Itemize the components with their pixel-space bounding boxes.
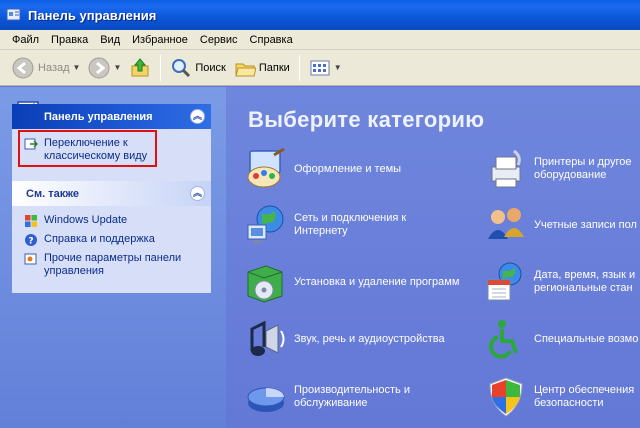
appearance-icon bbox=[247, 147, 285, 188]
views-button[interactable]: ▼ bbox=[305, 53, 346, 83]
pick-category-heading: Выберите категорию bbox=[248, 107, 485, 132]
highlight-box bbox=[18, 130, 157, 167]
other-options-label: Прочие параметры панели управления bbox=[44, 252, 182, 277]
collapse-chevron-icon[interactable]: ︽ bbox=[190, 109, 205, 124]
svg-text:?: ? bbox=[28, 237, 33, 247]
collapse-chevron-icon[interactable]: ︽ bbox=[190, 186, 205, 201]
control-panel-title: Панель управления bbox=[44, 110, 153, 123]
windows-update-label: Windows Update bbox=[44, 214, 128, 226]
control-panel-header[interactable]: Панель управления ︽ bbox=[12, 104, 211, 129]
see-also-header[interactable]: См. также ︽ bbox=[12, 181, 211, 206]
menu-favorites[interactable]: Избранное bbox=[126, 34, 194, 46]
search-label: Поиск bbox=[195, 61, 226, 74]
windows-update-link[interactable]: Windows Update bbox=[24, 214, 201, 228]
help-support-link[interactable]: ? Справка и поддержка bbox=[24, 233, 201, 247]
accessibility-icon bbox=[489, 320, 518, 359]
category-label: Специальные возмо bbox=[534, 332, 639, 345]
back-arrow-icon bbox=[12, 57, 34, 78]
forward-dropdown-icon[interactable]: ▼ bbox=[113, 63, 121, 72]
control-panel-icon bbox=[6, 8, 21, 21]
back-dropdown-icon[interactable]: ▼ bbox=[73, 63, 81, 72]
menu-edit[interactable]: Правка bbox=[45, 34, 94, 46]
category-sound[interactable]: Звук, речь и аудиоустройства bbox=[244, 317, 445, 361]
back-label: Назад bbox=[38, 61, 70, 74]
sound-icon bbox=[250, 320, 285, 356]
other-options-link[interactable]: Прочие параметры панели управления bbox=[24, 252, 201, 278]
printer-icon bbox=[491, 149, 521, 188]
category-appearance[interactable]: Оформление и темы bbox=[244, 147, 401, 191]
search-button[interactable]: Поиск bbox=[166, 53, 229, 83]
back-button[interactable]: Назад ▼ bbox=[8, 53, 84, 83]
forward-arrow-icon bbox=[88, 57, 110, 78]
help-support-label: Справка и поддержка bbox=[44, 233, 155, 245]
category-performance[interactable]: Производительность и обслуживание bbox=[244, 375, 434, 419]
folders-label: Папки bbox=[258, 61, 290, 74]
category-label: Учетные записи пол bbox=[534, 218, 637, 231]
toolbar: Назад ▼ ▼ Поиск Папки ▼ bbox=[0, 50, 640, 86]
category-label: Принтеры и другое оборудование bbox=[534, 156, 632, 181]
category-add-remove[interactable]: Установка и удаление программ bbox=[244, 260, 459, 304]
menu-view[interactable]: Вид bbox=[94, 34, 126, 46]
toolbar-separator bbox=[160, 54, 162, 81]
menu-file[interactable]: Файл bbox=[6, 34, 45, 46]
views-icon bbox=[310, 60, 330, 75]
folder-up-icon bbox=[131, 57, 149, 76]
performance-icon bbox=[247, 387, 285, 412]
category-accessibility[interactable]: Специальные возмо bbox=[484, 317, 638, 361]
folders-button[interactable]: Папки bbox=[230, 53, 294, 83]
category-label: Оформление и темы bbox=[294, 162, 402, 175]
see-also-title: См. также bbox=[26, 187, 79, 200]
search-icon bbox=[172, 58, 191, 77]
up-button[interactable] bbox=[125, 53, 155, 83]
category-printers[interactable]: Принтеры и другое оборудование bbox=[484, 147, 640, 191]
title-bar: Панель управления bbox=[0, 0, 640, 30]
category-network[interactable]: Сеть и подключения к Интернету bbox=[244, 203, 434, 247]
help-icon: ? bbox=[25, 234, 37, 247]
see-also-box: См. также ︽ Windows Update ? Справка и п… bbox=[12, 181, 211, 293]
toolbar-separator bbox=[298, 54, 300, 81]
category-label: Центр обеспечения безопасности bbox=[534, 384, 635, 409]
forward-button[interactable]: ▼ bbox=[84, 53, 125, 83]
category-date-time[interactable]: Дата, время, язык и региональные стан bbox=[484, 260, 640, 304]
folders-icon bbox=[235, 63, 256, 76]
security-center-icon bbox=[489, 377, 523, 417]
category-users[interactable]: Учетные записи пол bbox=[484, 203, 637, 247]
category-label: Установка и удаление программ bbox=[294, 275, 460, 288]
control-panel-options-icon bbox=[24, 253, 37, 265]
menu-help[interactable]: Справка bbox=[244, 34, 299, 46]
window-title: Панель управления bbox=[28, 7, 157, 23]
network-icon bbox=[247, 205, 284, 243]
category-label: Дата, время, язык и региональные стан bbox=[534, 269, 636, 294]
windows-logo-icon bbox=[25, 215, 37, 227]
category-label: Звук, речь и аудиоустройства bbox=[294, 332, 445, 345]
category-security-center[interactable]: Центр обеспечения безопасности bbox=[484, 375, 640, 419]
date-time-icon bbox=[487, 262, 522, 301]
category-view: Выберите категорию Оформление и темы Сет… bbox=[226, 87, 640, 428]
menu-bar: Файл Правка Вид Избранное Сервис Справка bbox=[0, 30, 640, 50]
users-icon bbox=[488, 208, 524, 239]
menu-tools[interactable]: Сервис bbox=[194, 34, 244, 46]
add-remove-icon bbox=[247, 265, 283, 303]
category-label: Производительность и обслуживание bbox=[294, 384, 410, 409]
views-dropdown-icon[interactable]: ▼ bbox=[334, 63, 342, 72]
category-label: Сеть и подключения к Интернету bbox=[294, 212, 407, 237]
